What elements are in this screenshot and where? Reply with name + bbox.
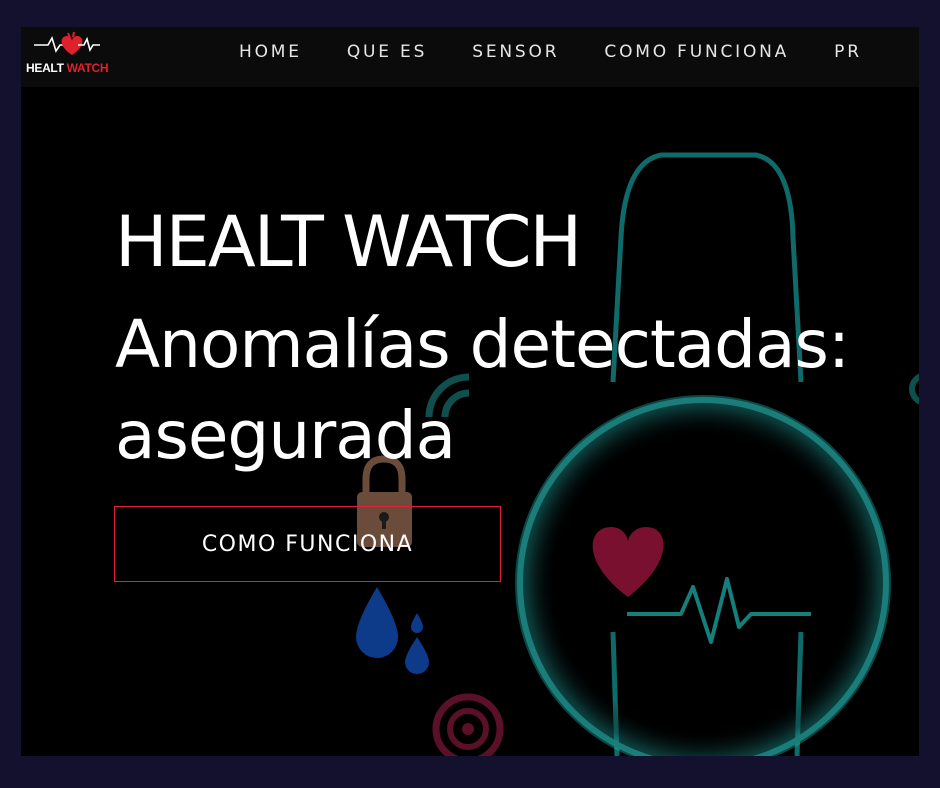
page-frame: HEALT WATCH HOME QUE ES SENSOR COMO FUNC…: [21, 27, 919, 756]
brand-logo-word2: WATCH: [66, 61, 109, 75]
nav-item-como-funciona[interactable]: COMO FUNCIONA: [604, 42, 789, 62]
nav-item-que-es[interactable]: QUE ES: [347, 42, 427, 62]
hero-title: HEALT WATCH: [115, 201, 582, 283]
brand-logo-text: HEALT WATCH: [26, 61, 109, 75]
nav-item-sensor[interactable]: SENSOR: [472, 42, 559, 62]
hero-subtitle: Anomalías detectadas: asegurada: [115, 299, 919, 481]
hero-subtitle-line2: asegurada: [115, 397, 456, 474]
top-navbar: HEALT WATCH HOME QUE ES SENSOR COMO FUNC…: [21, 27, 919, 87]
como-funciona-button[interactable]: COMO FUNCIONA: [114, 506, 501, 582]
brand-logo-word1: HEALT: [26, 61, 64, 75]
brand-logo[interactable]: HEALT WATCH: [26, 27, 116, 83]
water-drop-icon: [356, 587, 429, 674]
hero-subtitle-line1: Anomalías detectadas:: [115, 306, 850, 383]
nav-item-home[interactable]: HOME: [239, 42, 302, 62]
target-icon: [432, 693, 504, 756]
heart-ecg-icon: [34, 31, 100, 55]
nav-menu: HOME QUE ES SENSOR COMO FUNCIONA PR: [239, 42, 902, 62]
nav-item-pr[interactable]: PR: [834, 42, 862, 62]
